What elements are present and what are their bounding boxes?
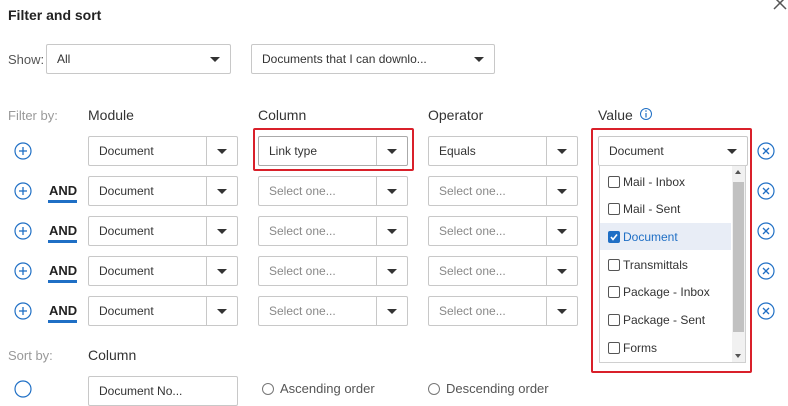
show-scope-select[interactable]: All xyxy=(46,44,231,74)
chevron-down-icon xyxy=(376,177,407,205)
chevron-down-icon xyxy=(206,297,237,325)
descending-radio[interactable] xyxy=(428,383,440,395)
column-highlight xyxy=(253,128,414,171)
descending-label: Descending order xyxy=(446,381,549,396)
module-select[interactable]: Document xyxy=(88,296,238,326)
module-value: Document xyxy=(99,144,154,158)
dialog-title: Filter and sort xyxy=(8,7,102,23)
operator-header: Operator xyxy=(428,107,484,123)
chevron-down-icon xyxy=(546,297,577,325)
chevron-down-icon xyxy=(206,137,237,165)
chevron-down-icon xyxy=(376,217,407,245)
sort-column-value: Document No... xyxy=(99,384,183,398)
column-select[interactable]: Select one... xyxy=(258,176,408,206)
and-underline xyxy=(48,280,77,283)
column-placeholder: Select one... xyxy=(269,264,336,278)
module-select[interactable]: Document xyxy=(88,216,238,246)
and-underline xyxy=(48,320,77,323)
chevron-down-icon xyxy=(546,257,577,285)
chevron-down-icon xyxy=(546,177,577,205)
chevron-down-icon xyxy=(546,217,577,245)
operator-select[interactable]: Select one... xyxy=(428,176,578,206)
module-value: Document xyxy=(99,304,154,318)
operator-placeholder: Select one... xyxy=(439,264,506,278)
remove-filter-icon[interactable] xyxy=(757,302,775,320)
chevron-down-icon xyxy=(376,257,407,285)
sort-by-label: Sort by: xyxy=(8,348,53,363)
show-scope-value: All xyxy=(57,52,71,66)
show-documents-select[interactable]: Documents that I can downlo... xyxy=(251,44,495,74)
chevron-down-icon xyxy=(546,137,577,165)
column-placeholder: Select one... xyxy=(269,184,336,198)
module-value: Document xyxy=(99,184,154,198)
chevron-down-icon xyxy=(200,45,230,73)
column-header: Column xyxy=(258,107,307,123)
column-select[interactable]: Select one... xyxy=(258,256,408,286)
module-select[interactable]: Document xyxy=(88,176,238,206)
close-icon[interactable] xyxy=(770,0,788,13)
add-filter-icon[interactable] xyxy=(14,302,32,320)
module-select[interactable]: Document xyxy=(88,256,238,286)
operator-placeholder: Select one... xyxy=(439,304,506,318)
value-header: Value xyxy=(598,107,633,123)
remove-filter-icon[interactable] xyxy=(757,262,775,280)
module-value: Document xyxy=(99,264,154,278)
add-filter-icon[interactable] xyxy=(14,222,32,240)
chevron-down-icon xyxy=(376,297,407,325)
add-filter-icon[interactable] xyxy=(14,182,32,200)
and-operator-label[interactable]: AND xyxy=(49,303,77,318)
operator-select[interactable]: Select one... xyxy=(428,296,578,326)
show-documents-value: Documents that I can downlo... xyxy=(262,52,427,66)
operator-select[interactable]: Select one... xyxy=(428,256,578,286)
column-placeholder: Select one... xyxy=(269,304,336,318)
sort-column-header: Column xyxy=(88,347,137,363)
sort-column-select[interactable]: Document No... xyxy=(88,376,238,406)
and-operator-label[interactable]: AND xyxy=(49,183,77,198)
operator-placeholder: Select one... xyxy=(439,184,506,198)
chevron-down-icon xyxy=(206,177,237,205)
remove-filter-icon[interactable] xyxy=(757,182,775,200)
operator-select[interactable]: Equals xyxy=(428,136,578,166)
add-filter-icon[interactable] xyxy=(14,262,32,280)
and-underline xyxy=(48,240,77,243)
module-select[interactable]: Document xyxy=(88,136,238,166)
chevron-down-icon xyxy=(206,257,237,285)
column-select[interactable]: Select one... xyxy=(258,296,408,326)
filter-by-label: Filter by: xyxy=(8,108,58,123)
and-operator-label[interactable]: AND xyxy=(49,263,77,278)
and-underline xyxy=(48,200,77,203)
remove-filter-icon[interactable] xyxy=(757,222,775,240)
chevron-down-icon xyxy=(206,217,237,245)
column-select[interactable]: Select one... xyxy=(258,216,408,246)
and-operator-label[interactable]: AND xyxy=(49,223,77,238)
operator-placeholder: Select one... xyxy=(439,224,506,238)
add-filter-icon[interactable] xyxy=(14,142,32,160)
show-label: Show: xyxy=(8,52,45,67)
add-sort-icon[interactable] xyxy=(14,380,32,398)
column-placeholder: Select one... xyxy=(269,224,336,238)
operator-select[interactable]: Select one... xyxy=(428,216,578,246)
info-icon[interactable] xyxy=(639,107,653,121)
module-value: Document xyxy=(99,224,154,238)
ascending-radio[interactable] xyxy=(262,383,274,395)
operator-value: Equals xyxy=(439,144,476,158)
module-header: Module xyxy=(88,107,134,123)
remove-filter-icon[interactable] xyxy=(757,142,775,160)
value-highlight xyxy=(591,128,752,373)
ascending-label: Ascending order xyxy=(280,381,375,396)
chevron-down-icon xyxy=(464,45,494,73)
